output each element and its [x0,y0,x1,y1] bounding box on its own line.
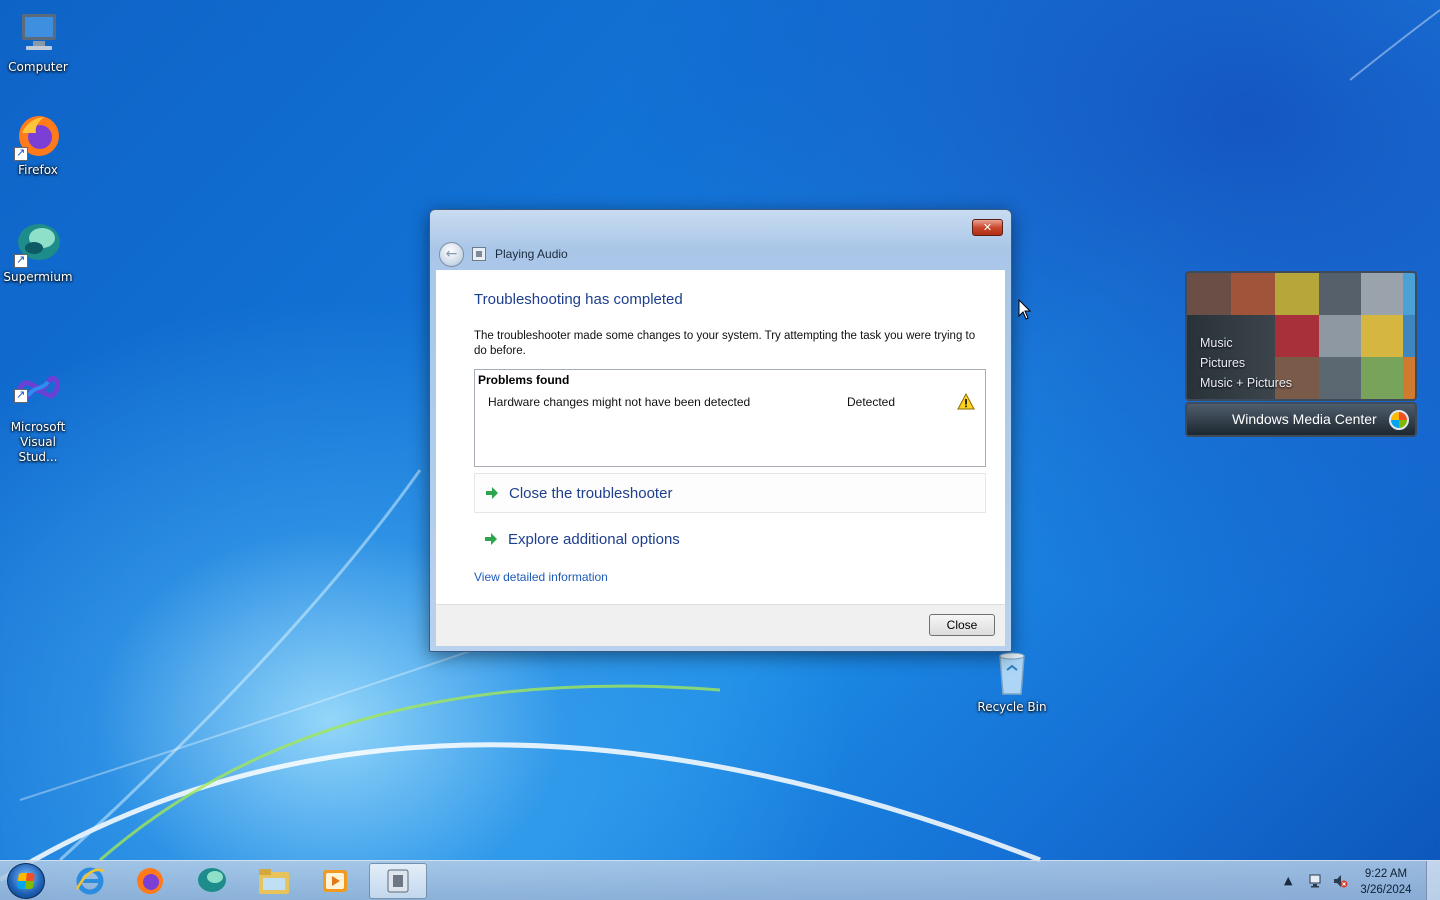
recycle-bin-icon [988,650,1036,698]
clock-date: 3/26/2024 [1360,884,1412,896]
windows-logo-icon [1389,410,1409,430]
explore-options-option[interactable]: Explore additional options [474,519,986,559]
desktop-icon-supermium[interactable]: Supermium [0,220,76,285]
green-arrow-icon [485,533,497,545]
show-hidden-icons-icon[interactable]: ▲ [1284,874,1292,887]
internet-explorer-icon [75,867,105,895]
window-close-button[interactable]: ✕ [972,219,1003,236]
option-label: Explore additional options [508,530,680,548]
taskbar-supermium[interactable] [183,863,241,899]
clock-time: 9:22 AM [1364,868,1408,880]
desktop-icon-firefox[interactable]: Firefox [0,113,76,178]
view-details-link[interactable]: View detailed information [474,570,608,584]
taskbar: ▲ 9:22 AM 3/26/2024 [0,860,1440,900]
taskbar-media-player[interactable] [306,863,364,899]
desktop-icon-computer[interactable]: Computer [0,10,76,75]
back-arrow-icon[interactable]: ← [439,241,464,267]
gadget-title-bar[interactable]: Windows Media Center [1185,402,1417,437]
media-player-icon [323,870,347,892]
gadget-title: Windows Media Center [1232,411,1377,427]
page-heading: Troubleshooting has completed [474,291,683,308]
troubleshooter-app-icon [472,247,486,261]
firefox-icon [137,868,163,894]
window-footer: Close [436,604,1005,646]
network-icon[interactable] [1308,873,1324,889]
gadget-menu-music[interactable]: Music [1200,333,1292,353]
gadget-menu-pictures[interactable]: Pictures [1200,353,1292,373]
system-tray: ▲ 9:22 AM 3/26/2024 [1270,861,1440,900]
desktop-icon-label: Recycle Bin [977,700,1047,714]
green-arrow-icon [486,487,498,499]
desktop-icon-recycle-bin[interactable]: Recycle Bin [974,650,1050,715]
visual-studio-icon [14,355,62,403]
troubleshooter-icon [387,869,409,893]
window-nav-bar: ← Playing Audio [439,241,568,267]
problems-found-panel: Problems found Hardware changes might no… [474,369,986,467]
taskbar-internet-explorer[interactable] [61,863,119,899]
computer-icon [14,10,62,58]
supermium-icon [198,868,226,892]
windows-logo-icon [17,873,35,889]
close-button[interactable]: Close [929,614,995,636]
desktop-icon-label: Computer [8,60,68,74]
problems-header: Problems found [478,373,570,387]
desktop-icon-label: Supermium [3,270,73,284]
media-center-gadget[interactable]: Music Pictures Music + Pictures Windows … [1185,271,1417,437]
supermium-icon [14,220,62,268]
problem-status: Detected [847,395,896,409]
taskbar-file-explorer[interactable] [245,863,303,899]
mouse-cursor-icon [1018,299,1032,320]
taskbar-troubleshooter[interactable] [369,863,427,899]
close-troubleshooter-option[interactable]: Close the troubleshooter [474,473,986,513]
volume-muted-icon[interactable] [1332,873,1348,889]
show-desktop-button[interactable] [1426,861,1440,900]
taskbar-clock[interactable]: 9:22 AM 3/26/2024 [1356,866,1416,898]
file-explorer-icon [259,869,289,894]
window-title: Playing Audio [495,247,568,261]
option-label: Close the troubleshooter [509,484,673,502]
troubleshooter-window: ✕ ← Playing Audio Troubleshooting has co… [429,209,1012,652]
desktop-icon-label: Microsoft Visual Stud... [10,420,66,464]
result-description: The troubleshooter made some changes to … [474,330,976,357]
problem-name: Hardware changes might not have been det… [488,395,751,409]
desktop-icon-label: Firefox [18,163,58,177]
desktop-icon-visual-studio[interactable]: Microsoft Visual Stud... [0,340,76,480]
warning-icon [957,393,975,410]
start-button[interactable] [7,863,45,899]
gadget-menu-music-pictures[interactable]: Music + Pictures [1200,373,1292,393]
taskbar-firefox[interactable] [121,863,179,899]
window-content: Troubleshooting has completed The troubl… [436,270,1005,604]
gadget-menu: Music Pictures Music + Pictures [1200,333,1292,393]
firefox-icon [14,113,62,161]
